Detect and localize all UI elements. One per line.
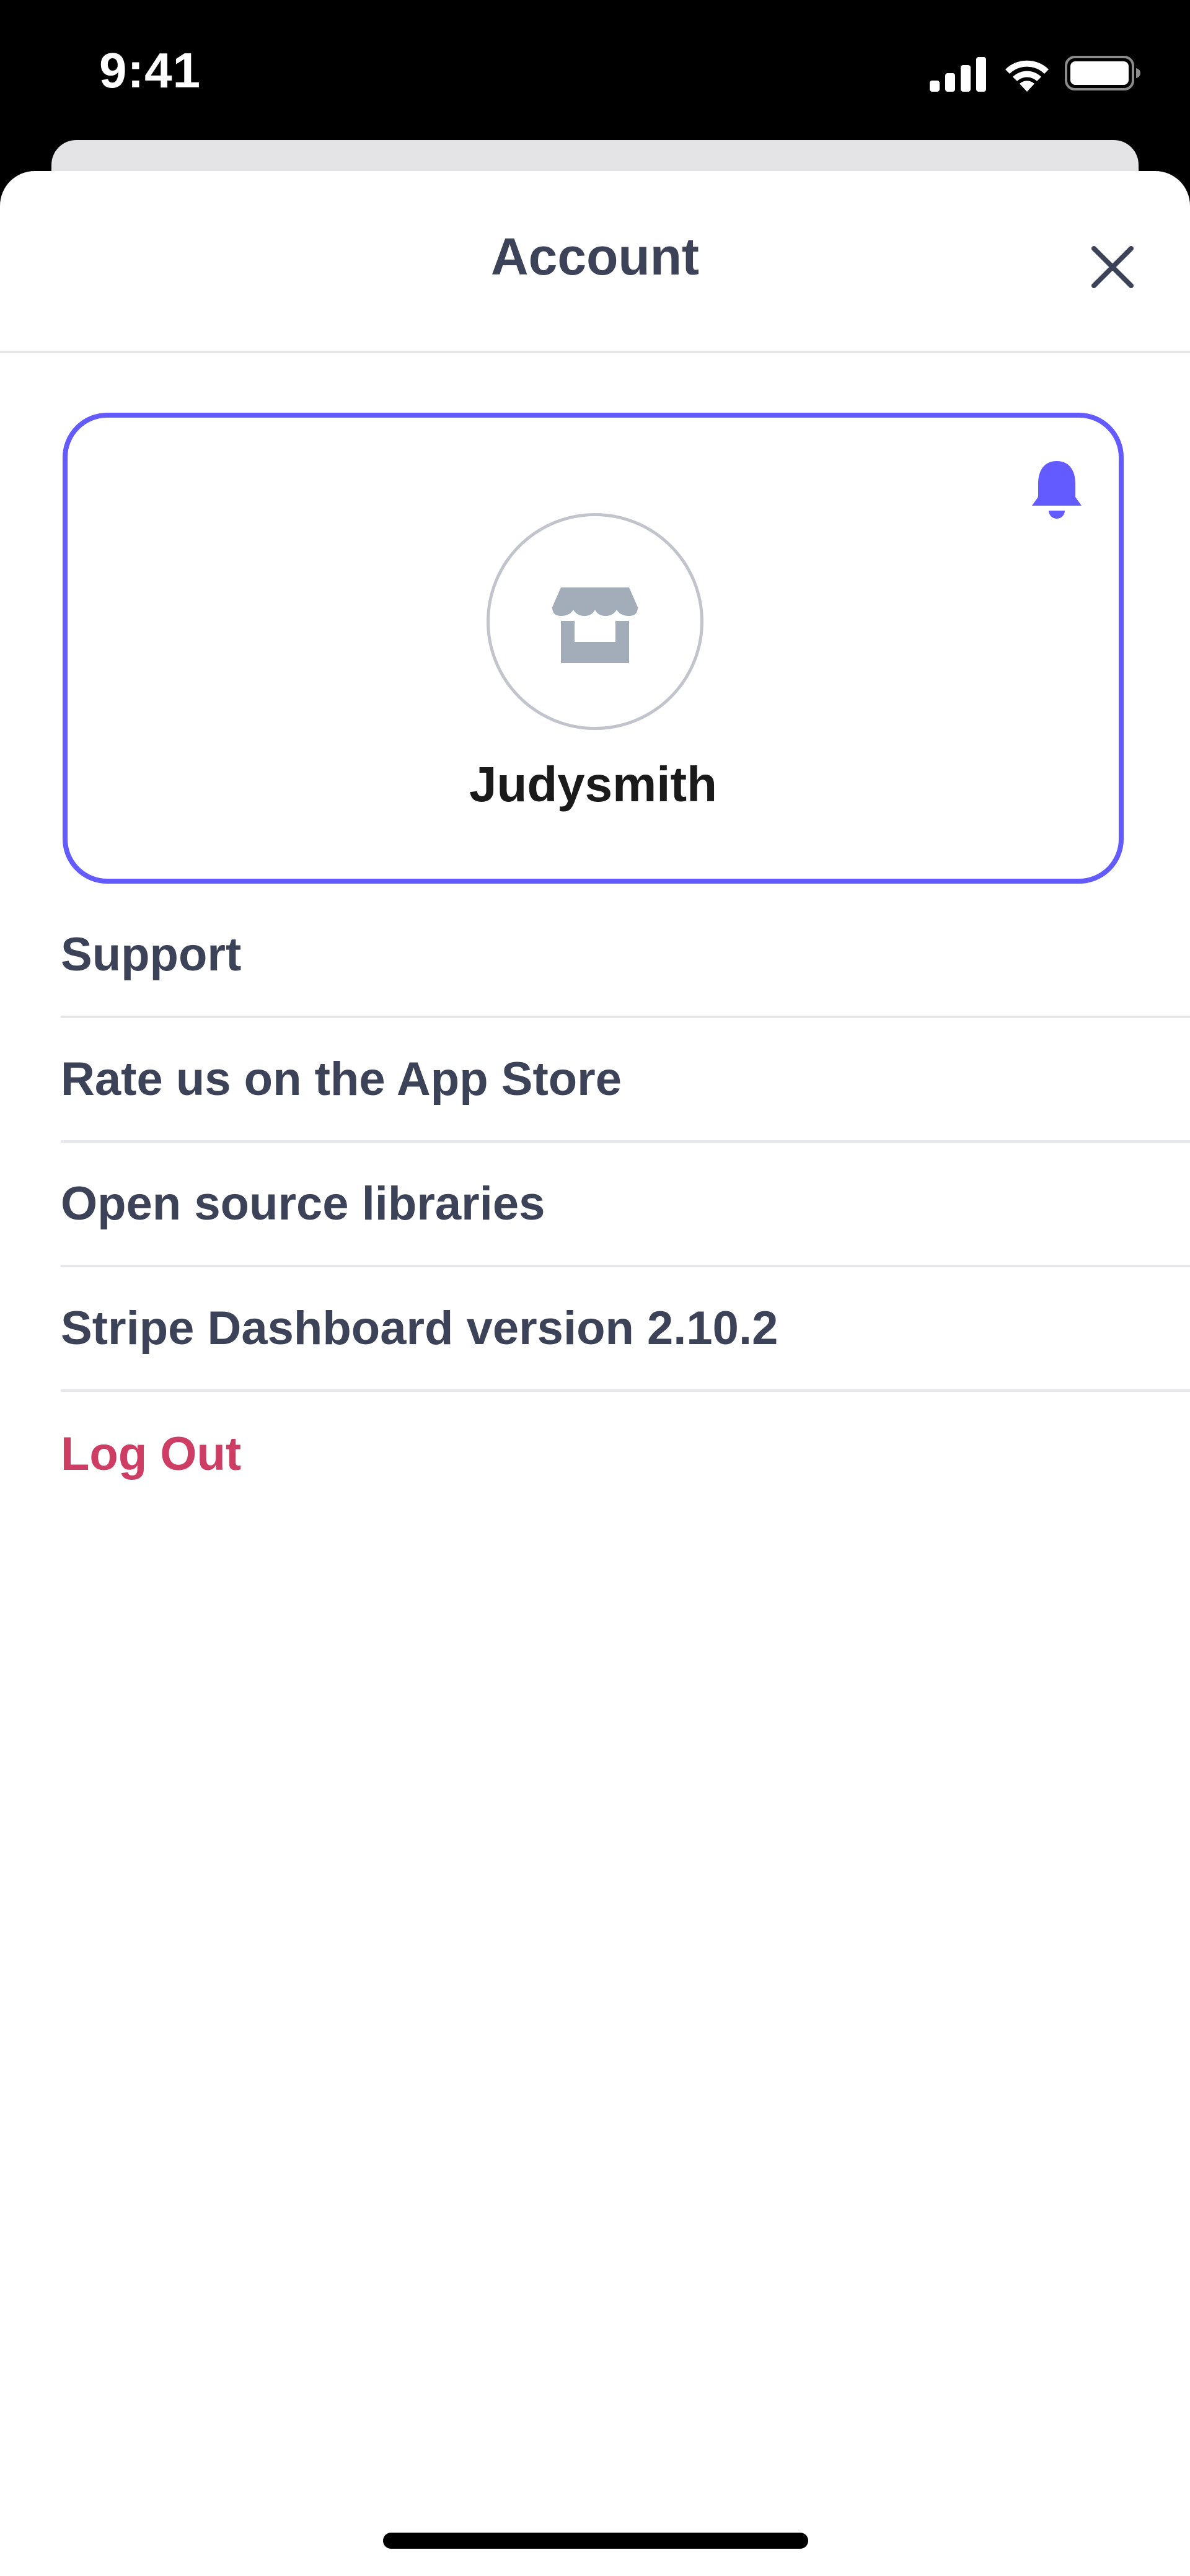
status-bar: 9:41	[0, 0, 1190, 143]
app-version-item: Stripe Dashboard version 2.10.2	[61, 1267, 1190, 1392]
avatar	[487, 513, 703, 730]
wifi-icon	[1005, 60, 1049, 92]
close-icon	[1091, 246, 1134, 288]
account-menu: Support Rate us on the App Store Open so…	[61, 894, 1190, 1516]
account-sheet: Account Judysmith Support Rate us on the…	[0, 171, 1190, 2576]
menu-item-label: Open source libraries	[61, 1177, 545, 1230]
menu-item-label: Support	[61, 928, 242, 981]
close-button[interactable]	[1078, 233, 1147, 301]
status-time: 9:41	[99, 43, 201, 98]
log-out-button[interactable]: Log Out	[61, 1392, 1190, 1516]
profile-card[interactable]: Judysmith	[63, 413, 1124, 884]
support-item[interactable]: Support	[61, 894, 1190, 1018]
status-icons	[930, 53, 1140, 93]
menu-item-label: Rate us on the App Store	[61, 1053, 622, 1106]
battery-icon	[1065, 56, 1140, 90]
notifications-button[interactable]	[1026, 456, 1088, 524]
rate-app-item[interactable]: Rate us on the App Store	[61, 1018, 1190, 1143]
home-indicator[interactable]	[383, 2533, 808, 2549]
menu-item-label: Log Out	[61, 1428, 242, 1480]
sheet-header: Account	[0, 171, 1190, 353]
profile-name: Judysmith	[469, 757, 718, 812]
cellular-signal-icon	[930, 57, 986, 92]
storefront-icon	[552, 587, 638, 663]
page-title: Account	[491, 227, 699, 286]
account-screen: 9:41 Account Judysmith Support Rate us o…	[0, 0, 1190, 2576]
open-source-libraries-item[interactable]: Open source libraries	[61, 1143, 1190, 1267]
menu-item-label: Stripe Dashboard version 2.10.2	[61, 1302, 778, 1355]
bell-icon	[1032, 461, 1082, 519]
